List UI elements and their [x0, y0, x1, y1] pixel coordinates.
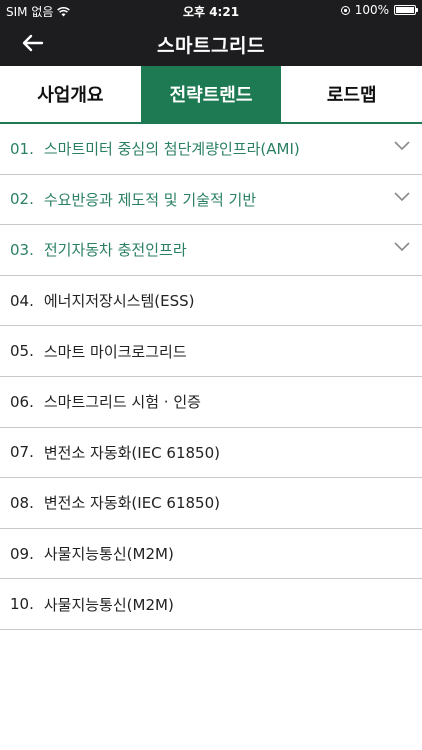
- tab-label: 사업개요: [37, 85, 104, 106]
- item-number: 10.: [10, 595, 34, 614]
- item-number: 02.: [10, 190, 34, 209]
- item-label: 사물지능통신(M2M): [43, 595, 174, 614]
- chevron-down-icon: [394, 242, 410, 252]
- item-label: 스마트 마이크로그리드: [43, 342, 187, 361]
- item-label: 에너지저장시스템(ESS): [43, 292, 195, 311]
- status-bar: SIM 없음 오후 4:21 100%: [0, 0, 422, 22]
- tab-roadmap[interactable]: 로드맵: [281, 66, 422, 122]
- tab-overview[interactable]: 사업개요: [0, 66, 141, 122]
- list-item[interactable]: 08. 변전소 자동화(IEC 61850): [0, 478, 422, 529]
- item-label: 수요반응과 제도적 및 기술적 기반: [43, 190, 257, 209]
- tab-label: 전략트랜드: [169, 85, 253, 106]
- item-label: 변전소 자동화(IEC 61850): [43, 494, 220, 513]
- page-title: 스마트그리드: [157, 35, 265, 57]
- status-right: 100%: [340, 3, 418, 17]
- item-number: 07.: [10, 443, 34, 462]
- list-item[interactable]: 10. 사물지능통신(M2M): [0, 579, 422, 630]
- tab-label: 로드맵: [326, 85, 377, 106]
- item-number: 04.: [10, 291, 34, 310]
- battery-percent: 100%: [354, 3, 389, 17]
- list-item[interactable]: 07. 변전소 자동화(IEC 61850): [0, 428, 422, 479]
- item-label: 사물지능통신(M2M): [43, 545, 174, 564]
- list-item[interactable]: 05. 스마트 마이크로그리드: [0, 326, 422, 377]
- topic-list: 01. 스마트미터 중심의 첨단계량인프라(AMI) 02. 수요반응과 제도적…: [0, 124, 422, 630]
- item-label: 변전소 자동화(IEC 61850): [43, 443, 220, 462]
- item-number: 08.: [10, 493, 34, 512]
- list-item[interactable]: 09. 사물지능통신(M2M): [0, 529, 422, 580]
- item-number: 09.: [10, 544, 34, 563]
- list-item[interactable]: 06. 스마트그리드 시험 · 인증: [0, 377, 422, 428]
- item-number: 06.: [10, 392, 34, 411]
- rotation-lock-icon: [340, 5, 350, 15]
- item-number: 01.: [10, 139, 34, 158]
- list-item[interactable]: 02. 수요반응과 제도적 및 기술적 기반: [0, 175, 422, 226]
- tab-bar: 사업개요 전략트랜드 로드맵: [0, 66, 422, 124]
- list-item[interactable]: 01. 스마트미터 중심의 첨단계량인프라(AMI): [0, 124, 422, 175]
- tab-strategy-trend[interactable]: 전략트랜드: [140, 66, 282, 122]
- item-label: 스마트그리드 시험 · 인증: [43, 393, 201, 412]
- nav-bar: 스마트그리드: [0, 22, 422, 66]
- chevron-down-icon: [394, 141, 410, 151]
- battery-icon: [394, 5, 418, 15]
- list-item[interactable]: 03. 전기자동차 충전인프라: [0, 225, 422, 276]
- item-number: 05.: [10, 342, 34, 361]
- item-number: 03.: [10, 240, 34, 259]
- chevron-down-icon: [394, 192, 410, 201]
- list-item[interactable]: 04. 에너지저장시스템(ESS): [0, 276, 422, 327]
- item-label: 전기자동차 충전인프라: [43, 241, 187, 260]
- item-label: 스마트미터 중심의 첨단계량인프라(AMI): [43, 140, 300, 159]
